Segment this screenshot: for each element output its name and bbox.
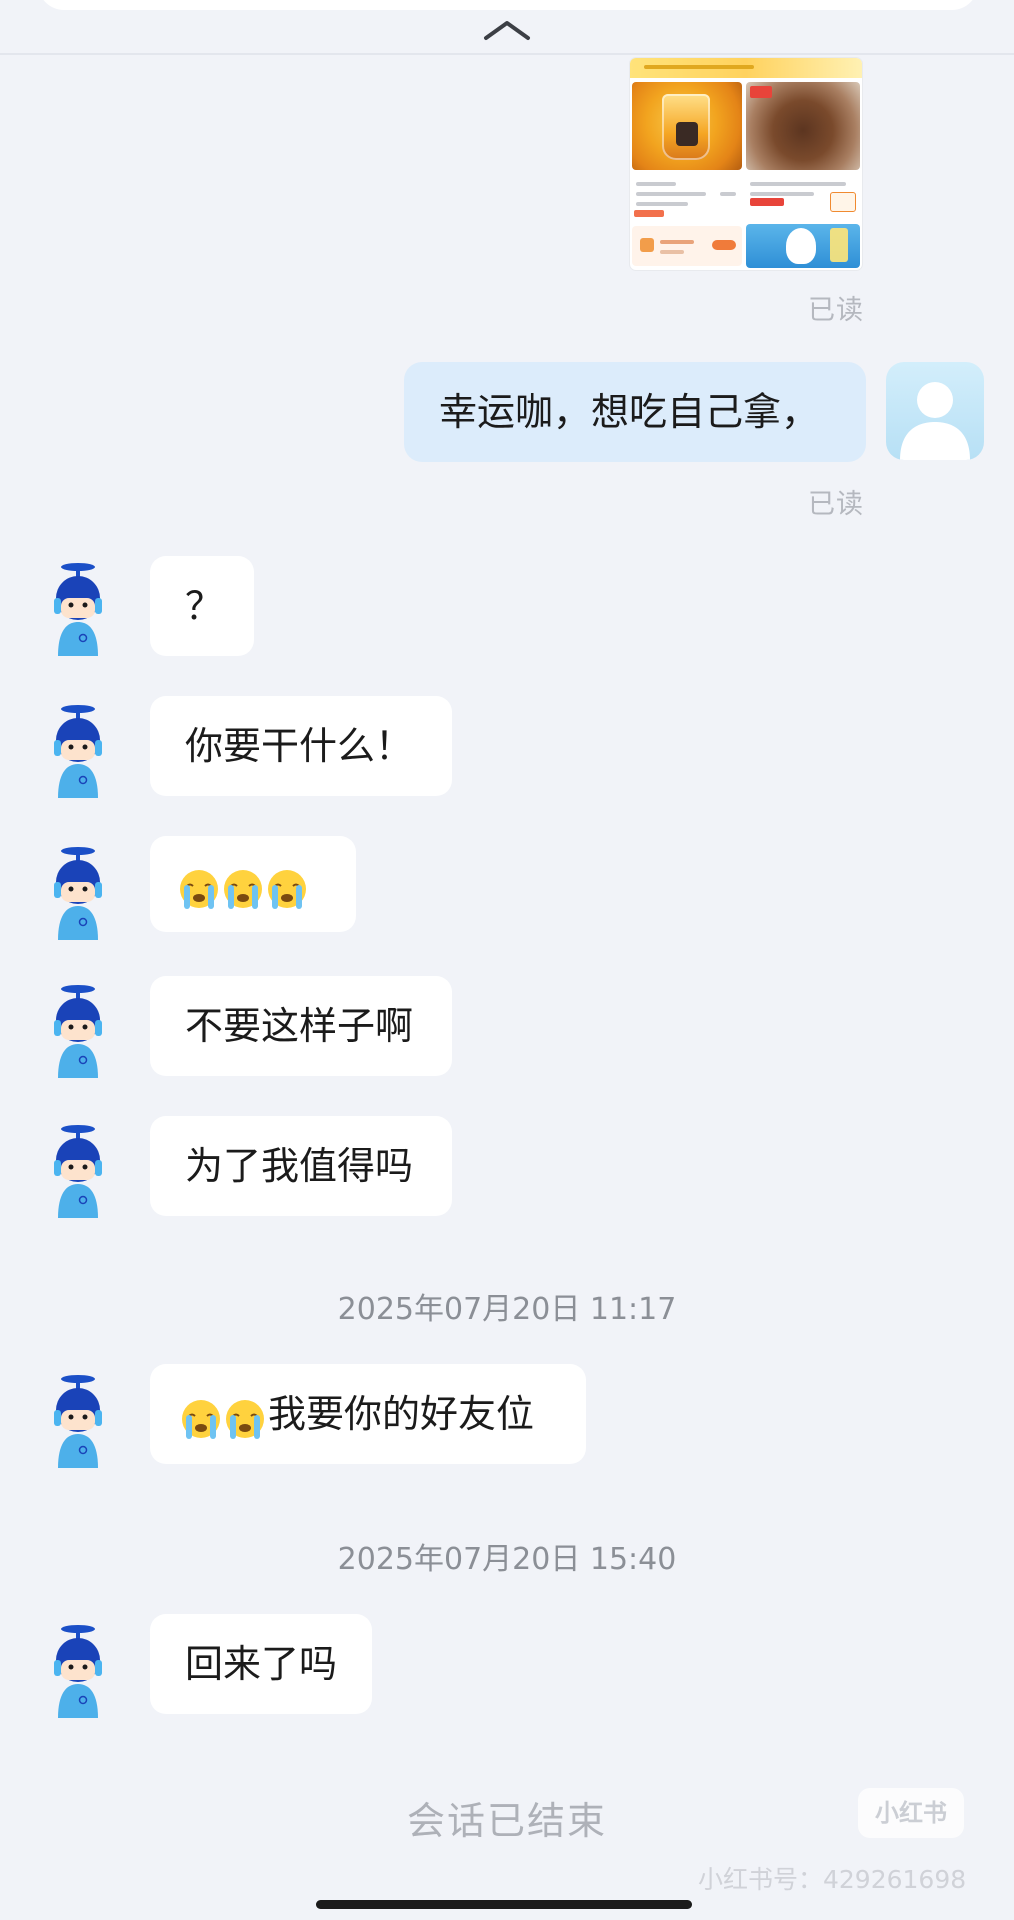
collapsed-panel[interactable] xyxy=(38,0,978,10)
drink-price xyxy=(634,210,664,217)
discount-badge xyxy=(830,192,856,212)
bot-avatar-icon[interactable] xyxy=(28,1120,128,1220)
user-avatar-icon[interactable] xyxy=(886,362,984,460)
incoming-message-bubble[interactable]: 回来了吗 xyxy=(150,1614,372,1714)
outgoing-message-bubble[interactable]: 幸运咖，想吃自己拿， xyxy=(404,362,866,462)
coupon-banner xyxy=(632,226,742,266)
bot-avatar-icon[interactable] xyxy=(28,1620,128,1720)
incoming-message-bubble[interactable]: 你要干什么！ xyxy=(150,696,452,796)
incoming-emoji-bubble[interactable] xyxy=(150,836,356,932)
bot-avatar-icon[interactable] xyxy=(28,558,128,658)
food-price xyxy=(750,198,784,206)
home-indicator[interactable] xyxy=(316,1900,692,1909)
product-image-message[interactable] xyxy=(630,58,862,270)
top-bar xyxy=(0,0,1014,55)
promo-banner xyxy=(630,58,862,78)
emoji-group xyxy=(178,839,310,935)
watermark-id: 小红书号：429261698 xyxy=(698,1865,967,1894)
chevron-up-icon[interactable] xyxy=(482,18,532,42)
incoming-message-bubble[interactable]: 为了我值得吗 xyxy=(150,1116,452,1216)
incoming-message-bubble[interactable]: 不要这样子啊 xyxy=(150,976,452,1076)
crying-face-icon xyxy=(224,870,262,909)
message-text: 我要你的好友位 xyxy=(268,1392,535,1436)
emoji-group xyxy=(180,1367,268,1467)
read-receipt: 已读 xyxy=(808,489,864,520)
crying-face-icon xyxy=(182,1400,220,1439)
read-receipt: 已读 xyxy=(808,295,864,326)
incoming-message-bubble[interactable]: ？ xyxy=(150,556,254,656)
crying-face-icon xyxy=(180,870,218,909)
incoming-message-bubble[interactable]: 我要你的好友位 xyxy=(150,1364,586,1464)
ice-cream-product-image xyxy=(746,224,860,268)
bot-avatar-icon[interactable] xyxy=(28,980,128,1080)
timestamp: 2025年07月20日 11:17 xyxy=(337,1292,677,1327)
divider xyxy=(0,53,1014,55)
bot-avatar-icon[interactable] xyxy=(28,1370,128,1470)
crying-face-icon xyxy=(226,1400,264,1439)
crying-face-icon xyxy=(268,870,306,909)
timestamp: 2025年07月20日 15:40 xyxy=(337,1542,677,1577)
bot-avatar-icon[interactable] xyxy=(28,842,128,942)
bot-avatar-icon[interactable] xyxy=(28,700,128,800)
food-product-image xyxy=(746,82,860,170)
drink-product-image xyxy=(632,82,742,170)
watermark-logo: 小红书 xyxy=(858,1788,964,1838)
